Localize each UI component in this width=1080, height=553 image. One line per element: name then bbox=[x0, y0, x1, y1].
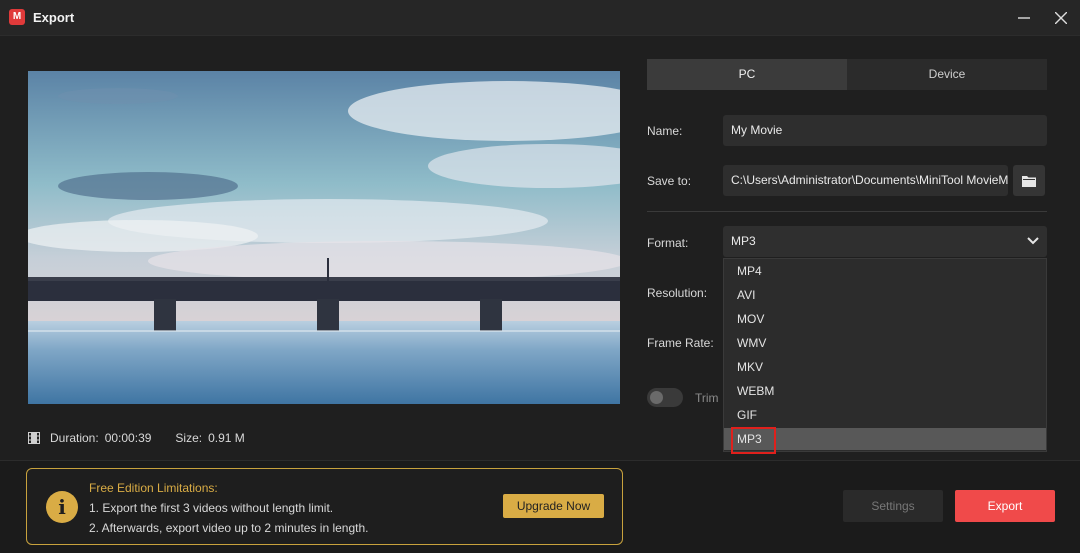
format-option-mp4[interactable]: MP4 bbox=[724, 260, 1046, 282]
minimize-icon bbox=[1018, 17, 1030, 19]
format-option-wmv[interactable]: WMV bbox=[724, 332, 1046, 354]
window-title: Export bbox=[33, 10, 75, 25]
folder-icon bbox=[1022, 175, 1036, 187]
chevron-down-icon bbox=[1027, 237, 1039, 245]
settings-button[interactable]: Settings bbox=[843, 490, 943, 522]
target-tabs: PC Device bbox=[647, 59, 1047, 90]
film-icon bbox=[28, 432, 40, 444]
limitation-line-1: 1. Export the first 3 videos without len… bbox=[89, 501, 334, 515]
format-select-value: MP3 bbox=[731, 234, 756, 248]
save-to-field[interactable]: C:\Users\Administrator\Documents\MiniToo… bbox=[723, 165, 1008, 196]
close-icon bbox=[1054, 11, 1068, 25]
format-option-mkv[interactable]: MKV bbox=[724, 356, 1046, 378]
preview-image bbox=[28, 71, 620, 404]
divider bbox=[647, 211, 1047, 212]
minimize-button[interactable] bbox=[1012, 6, 1036, 30]
format-option-webm[interactable]: WEBM bbox=[724, 380, 1046, 402]
video-preview bbox=[28, 71, 620, 404]
name-field[interactable]: My Movie bbox=[723, 115, 1047, 146]
limitations-title: Free Edition Limitations: bbox=[89, 481, 218, 495]
format-dropdown: MP4 AVI MOV WMV MKV WEBM GIF MP3 bbox=[723, 258, 1047, 454]
size-value: 0.91 M bbox=[208, 431, 245, 445]
selection-highlight-box bbox=[731, 427, 776, 454]
upgrade-now-button[interactable]: Upgrade Now bbox=[503, 494, 604, 518]
video-meta: Duration: 00:00:39 Size: 0.91 M bbox=[28, 430, 251, 446]
resolution-label: Resolution: bbox=[647, 286, 708, 300]
toggle-knob bbox=[650, 391, 663, 404]
info-icon: i bbox=[46, 491, 78, 523]
close-button[interactable] bbox=[1049, 6, 1073, 30]
size-label: Size: bbox=[175, 431, 203, 445]
frame-rate-label: Frame Rate: bbox=[647, 336, 714, 350]
limitation-line-2: 2. Afterwards, export video up to 2 minu… bbox=[89, 521, 369, 535]
browse-folder-button[interactable] bbox=[1013, 165, 1045, 196]
tab-pc[interactable]: PC bbox=[647, 59, 847, 90]
export-button[interactable]: Export bbox=[955, 490, 1055, 522]
format-option-avi[interactable]: AVI bbox=[724, 284, 1046, 306]
trim-toggle[interactable] bbox=[647, 388, 683, 407]
save-to-label: Save to: bbox=[647, 174, 692, 188]
format-option-mov[interactable]: MOV bbox=[724, 308, 1046, 330]
format-select[interactable]: MP3 bbox=[723, 226, 1047, 257]
tab-device[interactable]: Device bbox=[847, 59, 1047, 90]
format-label: Format: bbox=[647, 236, 689, 250]
free-edition-limitations: i Free Edition Limitations: 1. Export th… bbox=[26, 468, 623, 545]
duration-label: Duration: bbox=[50, 431, 99, 445]
app-logo-icon: M bbox=[9, 9, 25, 25]
trim-label: Trim bbox=[695, 391, 719, 405]
title-bar: M Export bbox=[0, 0, 1080, 36]
name-label: Name: bbox=[647, 124, 683, 138]
duration-value: 00:00:39 bbox=[104, 431, 152, 445]
format-option-gif[interactable]: GIF bbox=[724, 404, 1046, 426]
